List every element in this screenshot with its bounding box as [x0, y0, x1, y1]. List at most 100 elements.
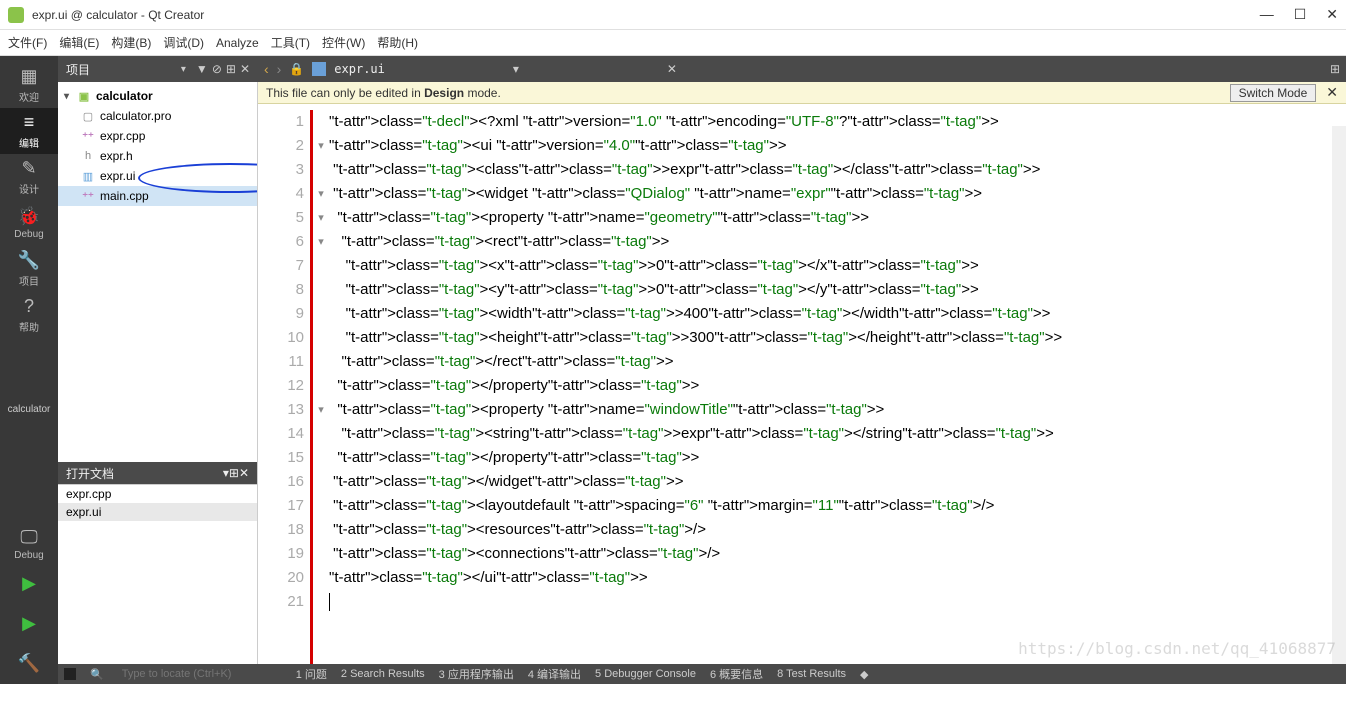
status-appout[interactable]: 3 应用程序输出 [439, 666, 514, 682]
project-panel-header: 项目 ▾ ▼ ⊘ ⊞ ✕ [58, 56, 258, 82]
fold-toggle [313, 110, 329, 134]
window-title: expr.ui @ calculator - Qt Creator [32, 8, 1260, 22]
target-button[interactable]: 🖵Debug [0, 524, 58, 564]
menu-edit[interactable]: 编辑(E) [59, 34, 99, 51]
mode-design[interactable]: ✎设计 [0, 154, 58, 200]
back-button[interactable]: ‹ [264, 61, 269, 77]
fold-toggle[interactable]: ▾ [313, 230, 329, 254]
mode-help[interactable]: ?帮助 [0, 292, 58, 338]
play-bug-icon: ▶ [22, 613, 36, 634]
doc-item[interactable]: expr.cpp [58, 485, 257, 503]
chevron-down-icon[interactable]: ▾ [64, 91, 76, 102]
design-mode-banner: This file can only be edited in Design m… [258, 82, 1346, 104]
menu-file[interactable]: 文件(F) [8, 34, 47, 51]
menu-widgets[interactable]: 控件(W) [322, 34, 365, 51]
split-editor-icon[interactable]: ⊞ [1330, 62, 1340, 76]
menu-debug[interactable]: 调试(D) [163, 34, 204, 51]
close-panel-icon[interactable]: ✕ [239, 466, 249, 480]
tree-file-cpp[interactable]: ⁺⁺expr.cpp [58, 126, 257, 146]
fold-toggle [313, 302, 329, 326]
close-file-button[interactable]: ✕ [667, 62, 677, 76]
mode-sidebar: ▦欢迎 ≡编辑 ✎设计 🐞Debug 🔧项目 ?帮助 calculator 🖵D… [0, 56, 58, 684]
status-dropdown-icon[interactable]: ◆ [860, 668, 868, 681]
kit-selector[interactable]: calculator [8, 398, 51, 421]
doc-item[interactable]: expr.ui [58, 503, 257, 521]
question-icon: ? [24, 296, 34, 317]
status-search[interactable]: 2 Search Results [341, 668, 425, 680]
vertical-scrollbar[interactable] [1332, 126, 1346, 664]
open-file-name[interactable]: expr.ui [334, 62, 385, 76]
grid-icon: ▦ [20, 66, 37, 87]
mode-welcome[interactable]: ▦欢迎 [0, 62, 58, 108]
fold-toggle[interactable]: ▾ [313, 134, 329, 158]
file-icon: ▢ [80, 109, 96, 123]
edit-icon: ≡ [24, 112, 35, 133]
banner-text: This file can only be edited in Design m… [266, 86, 501, 100]
code-area[interactable]: "t-attr">class="t-decl"><?xml "t-attr">v… [329, 104, 1346, 664]
monitor-icon: 🖵 [20, 527, 37, 548]
app-logo-icon [8, 7, 24, 23]
split-icon[interactable]: ⊞ [229, 466, 239, 480]
ui-icon: ▥ [80, 169, 96, 183]
split-icon[interactable]: ⊞ [226, 62, 236, 76]
fold-toggle [313, 590, 329, 614]
status-compile[interactable]: 4 编译输出 [528, 666, 581, 682]
cpp-icon: ⁺⁺ [80, 129, 96, 143]
switch-mode-button[interactable]: Switch Mode [1230, 84, 1317, 102]
locator-input[interactable] [122, 668, 282, 680]
mode-projects[interactable]: 🔧项目 [0, 246, 58, 292]
tree-file-ui[interactable]: ▥expr.ui [58, 166, 257, 186]
fold-toggle [313, 518, 329, 542]
fold-toggle [313, 566, 329, 590]
tree-file-pro[interactable]: ▢calculator.pro [58, 106, 257, 126]
build-button[interactable]: 🔨 [0, 644, 58, 684]
fold-toggle [313, 446, 329, 470]
open-docs-list: expr.cpp expr.ui [58, 484, 257, 664]
editor-toolbar: ‹ › 🔒 expr.ui ▾ ✕ ⊞ [258, 61, 1346, 77]
fold-toggle [313, 374, 329, 398]
mode-edit[interactable]: ≡编辑 [0, 108, 58, 154]
search-icon: 🔍 [90, 668, 104, 681]
h-icon: h [80, 149, 96, 163]
filter-icon[interactable]: ▼ [196, 62, 208, 76]
play-icon: ▶ [22, 573, 36, 594]
menu-tools[interactable]: 工具(T) [271, 34, 310, 51]
close-banner-button[interactable]: ✕ [1326, 84, 1338, 101]
forward-button[interactable]: › [277, 61, 282, 77]
debug-run-button[interactable]: ▶ [0, 604, 58, 644]
fold-toggle [313, 350, 329, 374]
menu-analyze[interactable]: Analyze [216, 36, 259, 50]
fold-toggle [313, 326, 329, 350]
file-dropdown-icon[interactable]: ▾ [513, 62, 519, 76]
fold-toggle [313, 278, 329, 302]
fold-toggle [313, 158, 329, 182]
maximize-button[interactable]: ☐ [1294, 6, 1307, 23]
status-debugger[interactable]: 5 Debugger Console [595, 668, 696, 680]
fold-toggle [313, 494, 329, 518]
tree-project-root[interactable]: ▾▣calculator [58, 86, 257, 106]
fold-toggle[interactable]: ▾ [313, 398, 329, 422]
chevron-down-icon[interactable]: ▾ [181, 64, 186, 75]
fold-toggle [313, 422, 329, 446]
cpp-icon: ⁺⁺ [80, 189, 96, 203]
title-bar: expr.ui @ calculator - Qt Creator — ☐ ✕ [0, 0, 1346, 30]
link-icon[interactable]: ⊘ [212, 62, 222, 76]
tree-file-header[interactable]: hexpr.h [58, 146, 257, 166]
watermark: https://blog.csdn.net/qq_41068877 [1018, 639, 1336, 658]
fold-toggle[interactable]: ▾ [313, 182, 329, 206]
close-button[interactable]: ✕ [1326, 6, 1338, 23]
status-test[interactable]: 8 Test Results [777, 668, 846, 680]
mode-debug[interactable]: 🐞Debug [0, 200, 58, 246]
tree-file-main[interactable]: ⁺⁺main.cpp [58, 186, 257, 206]
menu-build[interactable]: 构建(B) [111, 34, 151, 51]
output-toggle-icon[interactable] [64, 668, 76, 680]
minimize-button[interactable]: — [1260, 6, 1274, 23]
menu-help[interactable]: 帮助(H) [377, 34, 418, 51]
fold-toggle [313, 254, 329, 278]
fold-toggle [313, 542, 329, 566]
fold-toggle[interactable]: ▾ [313, 206, 329, 230]
run-button[interactable]: ▶ [0, 564, 58, 604]
status-general[interactable]: 6 概要信息 [710, 666, 763, 682]
close-panel-icon[interactable]: ✕ [240, 62, 250, 76]
status-issues[interactable]: 1 问题 [296, 666, 327, 682]
